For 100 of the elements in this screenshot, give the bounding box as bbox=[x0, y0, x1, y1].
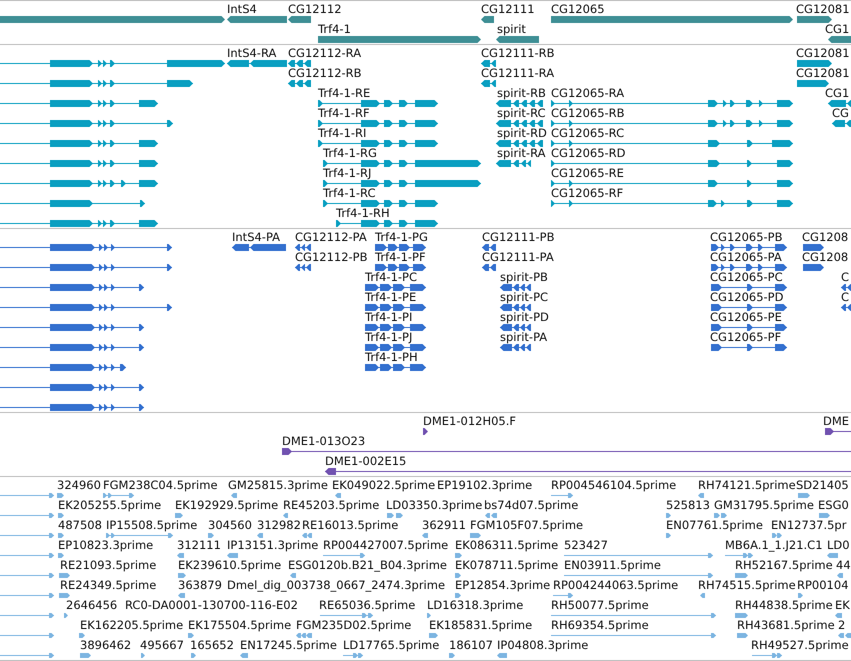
est-label: 165652 bbox=[190, 638, 234, 652]
est-label: 312111 bbox=[177, 538, 221, 552]
est-label: EK049022.5prime bbox=[332, 478, 436, 492]
est-label: GM31795.5prime bbox=[714, 498, 814, 512]
protein-label: Trf4-1-PH bbox=[365, 350, 418, 364]
transcript-label: CG12111-RB bbox=[481, 46, 555, 60]
est-label: ESG0120b.B21_B04.3prime bbox=[288, 558, 447, 572]
est-label: Dmel_dig_003738_0667_2474.3prime bbox=[227, 578, 446, 592]
transcript-label: Trf4-1-RJ bbox=[323, 166, 372, 180]
transcript-label: CG12111-RA bbox=[481, 66, 554, 80]
est-label: EK185831.5prime bbox=[429, 618, 532, 632]
protein-label: CG12065-PD bbox=[710, 290, 784, 304]
est-label: RH74515.5prime bbox=[698, 578, 796, 592]
gene-label: CG12081 bbox=[796, 2, 850, 16]
est-label: MB6A.1_1.J21.C1 bbox=[725, 538, 823, 552]
protein-label: CG12112-PB bbox=[295, 250, 368, 264]
est-label: EP19102.3prime bbox=[437, 478, 532, 492]
transcript-label: CG12065-RD bbox=[551, 146, 626, 160]
est-label: 487508 bbox=[58, 518, 102, 532]
est-label: 523427 bbox=[564, 538, 608, 552]
clone-label: DME1-013O23 bbox=[282, 434, 366, 448]
clone-label: DME1-012H05.F bbox=[423, 414, 516, 428]
clone-label: DME bbox=[823, 414, 850, 428]
est-label: RH50077.5prime bbox=[551, 598, 649, 612]
est-label: RE45203.5prime bbox=[283, 498, 380, 512]
est-label: IP04808.3prime bbox=[497, 638, 588, 652]
protein-label: CG12111-PB bbox=[482, 230, 554, 244]
protein-label: CG12065-PF bbox=[710, 330, 782, 344]
est-label: IP15508.5prime bbox=[106, 518, 198, 532]
protein-label: spirit-PD bbox=[500, 310, 549, 324]
est-label: RH44838.5prime bbox=[735, 598, 833, 612]
est-label: EN07761.5prime bbox=[666, 518, 763, 532]
est-label: RP00104 bbox=[797, 578, 849, 592]
est-label: EP12854.3prime bbox=[455, 578, 550, 592]
transcript-label: CG12112-RA bbox=[288, 46, 362, 60]
est-label: RP004546104.5prime bbox=[551, 478, 676, 492]
est-label: RH74121.5prime bbox=[698, 478, 796, 492]
gene-label: CG12065 bbox=[551, 2, 605, 16]
protein-label: CG12065-PA bbox=[710, 250, 782, 264]
est-label: LD16318.3prime bbox=[427, 598, 524, 612]
transcript-label: spirit-RB bbox=[497, 86, 546, 100]
est-label: RP004427007.5prime bbox=[323, 538, 448, 552]
est-label: 3896462 bbox=[80, 638, 132, 652]
protein-label: C bbox=[841, 290, 850, 304]
est-label: EK bbox=[835, 598, 850, 612]
est-label: 44 bbox=[836, 558, 851, 572]
protein-label: CG12112-PA bbox=[295, 230, 367, 244]
est-label: EK192929.5prime bbox=[175, 498, 278, 512]
est-label: 362911 bbox=[422, 518, 466, 532]
transcript-label: CG12081 bbox=[796, 66, 850, 80]
est-label: IP13151.3prime bbox=[227, 538, 318, 552]
protein-label: CG12065-PC bbox=[710, 270, 783, 284]
est-label: RH49527.5prime bbox=[751, 638, 849, 652]
transcript-label: CG bbox=[832, 106, 849, 120]
transcript-label: Trf4-1-RI bbox=[318, 126, 366, 140]
transcript-label: spirit-RD bbox=[497, 126, 547, 140]
est-label: EK162205.5prime bbox=[80, 618, 184, 632]
transcript-label: Trf4-1-RF bbox=[318, 106, 370, 120]
transcript-label: Trf4-1-RH bbox=[336, 206, 390, 220]
transcript-label: CG1 bbox=[825, 86, 850, 100]
est-label: EN12737.5pr bbox=[771, 518, 846, 532]
est-label: FGM235D02.5prime bbox=[296, 618, 412, 632]
protein-label: spirit-PA bbox=[500, 330, 548, 344]
protein-label: Trf4-1-PE bbox=[365, 290, 416, 304]
est-label: RH43681.5prime bbox=[737, 618, 835, 632]
est-label: RE65036.5prime bbox=[319, 598, 416, 612]
protein-label: IntS4-PA bbox=[232, 230, 280, 244]
est-label: 2 bbox=[838, 618, 846, 632]
protein-label: Trf4-1-PJ bbox=[365, 330, 412, 344]
est-label: 525813 bbox=[666, 498, 710, 512]
protein-label: CG12065-PE bbox=[710, 310, 782, 324]
transcript-label: CG12065-RE bbox=[551, 166, 624, 180]
transcript-label: spirit-RA bbox=[497, 146, 546, 160]
est-label: 324960 bbox=[57, 478, 101, 492]
est-label: 2646456 bbox=[66, 598, 118, 612]
transcript-label: CG12112-RB bbox=[288, 66, 362, 80]
transcript-label: CG12065-RC bbox=[551, 126, 624, 140]
est-label: LD0 bbox=[827, 538, 850, 552]
gene-label: IntS4 bbox=[227, 2, 257, 16]
protein-label: CG12065-PB bbox=[710, 230, 782, 244]
gene-label: spirit bbox=[497, 22, 526, 36]
transcript-label: CG12065-RA bbox=[551, 86, 624, 100]
transcript-label: CG12065-RF bbox=[551, 186, 624, 200]
est-label: EN03911.5prime bbox=[564, 558, 661, 572]
est-label: RC0-DA0001-130700-116-E02 bbox=[125, 598, 298, 612]
protein-label: Trf4-1-PI bbox=[365, 310, 412, 324]
est-label: EK175504.5prime bbox=[188, 618, 292, 632]
est-label: RH69354.5prime bbox=[551, 618, 649, 632]
est-label: RE24349.5prime bbox=[60, 578, 156, 592]
est-label: FGM105F07.5prime bbox=[470, 518, 584, 532]
est-label: RE21093.5prime bbox=[60, 558, 156, 572]
est-label: 304560 bbox=[208, 518, 252, 532]
protein-label: CG1208 bbox=[802, 250, 848, 264]
est-label: 312982 bbox=[257, 518, 301, 532]
est-label: EK078711.5prime bbox=[455, 558, 558, 572]
clone-label: DME1-002E15 bbox=[325, 454, 406, 468]
protein-label: Trf4-1-PC bbox=[365, 270, 418, 284]
protein-label: CG1208 bbox=[802, 230, 848, 244]
gene-label: CG12111 bbox=[481, 2, 535, 16]
est-label: EK239610.5prime bbox=[178, 558, 282, 572]
